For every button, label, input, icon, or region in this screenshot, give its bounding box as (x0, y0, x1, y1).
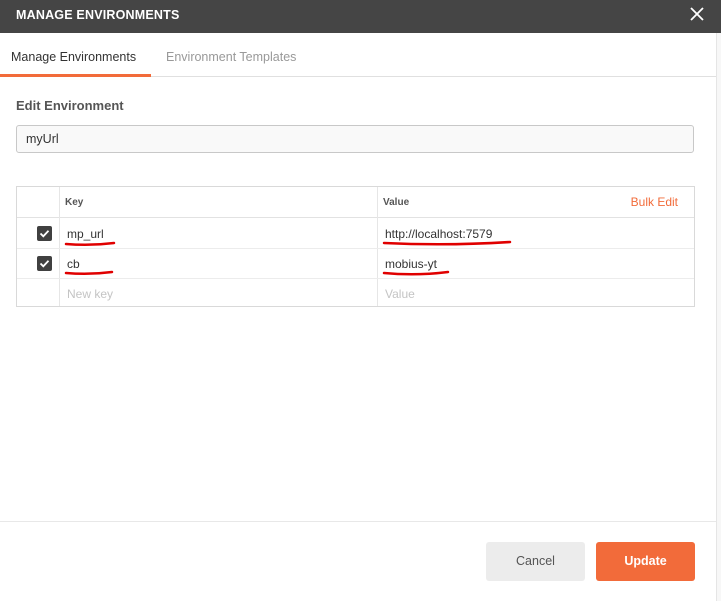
checkmark-icon (39, 230, 50, 238)
checkmark-icon (39, 260, 50, 268)
value-column-header: Value (383, 197, 410, 208)
annotation-underline (64, 270, 114, 276)
annotation-underline (382, 240, 512, 246)
row-key[interactable]: cb (67, 257, 80, 271)
environment-name-input[interactable] (16, 125, 694, 153)
modal-title: MANAGE ENVIRONMENTS (16, 8, 180, 22)
row-value[interactable]: mobius-yt (385, 257, 437, 271)
row-enable-checkbox[interactable] (37, 256, 52, 271)
tab-environment-templates[interactable]: Environment Templates (166, 50, 296, 64)
annotation-underline (382, 270, 450, 276)
active-tab-indicator (0, 74, 151, 77)
new-value-input[interactable]: Value (385, 287, 415, 301)
bulk-edit-link[interactable]: Bulk Edit (631, 195, 678, 209)
modal-titlebar: MANAGE ENVIRONMENTS (0, 0, 721, 33)
row-key[interactable]: mp_url (67, 227, 104, 241)
update-button[interactable]: Update (596, 542, 695, 581)
table-row: cb mobius-yt (17, 248, 694, 279)
row-value[interactable]: http://localhost:7579 (385, 227, 492, 241)
new-key-input[interactable]: New key (67, 287, 113, 301)
close-icon[interactable] (689, 6, 705, 22)
variables-table: Key Value Bulk Edit mp_url http://localh… (16, 186, 695, 307)
tab-manage-environments[interactable]: Manage Environments (11, 50, 136, 64)
table-row: mp_url http://localhost:7579 (17, 218, 694, 249)
table-header: Key Value Bulk Edit (17, 187, 694, 218)
key-column-header: Key (65, 197, 84, 208)
footer-divider (0, 521, 716, 522)
tab-bar: Manage Environments Environment Template… (0, 33, 716, 77)
background-strip (716, 33, 721, 601)
cancel-button[interactable]: Cancel (486, 542, 585, 581)
new-row: New key Value (17, 278, 694, 308)
row-enable-checkbox[interactable] (37, 226, 52, 241)
section-title: Edit Environment (16, 98, 124, 113)
annotation-underline (64, 241, 116, 247)
